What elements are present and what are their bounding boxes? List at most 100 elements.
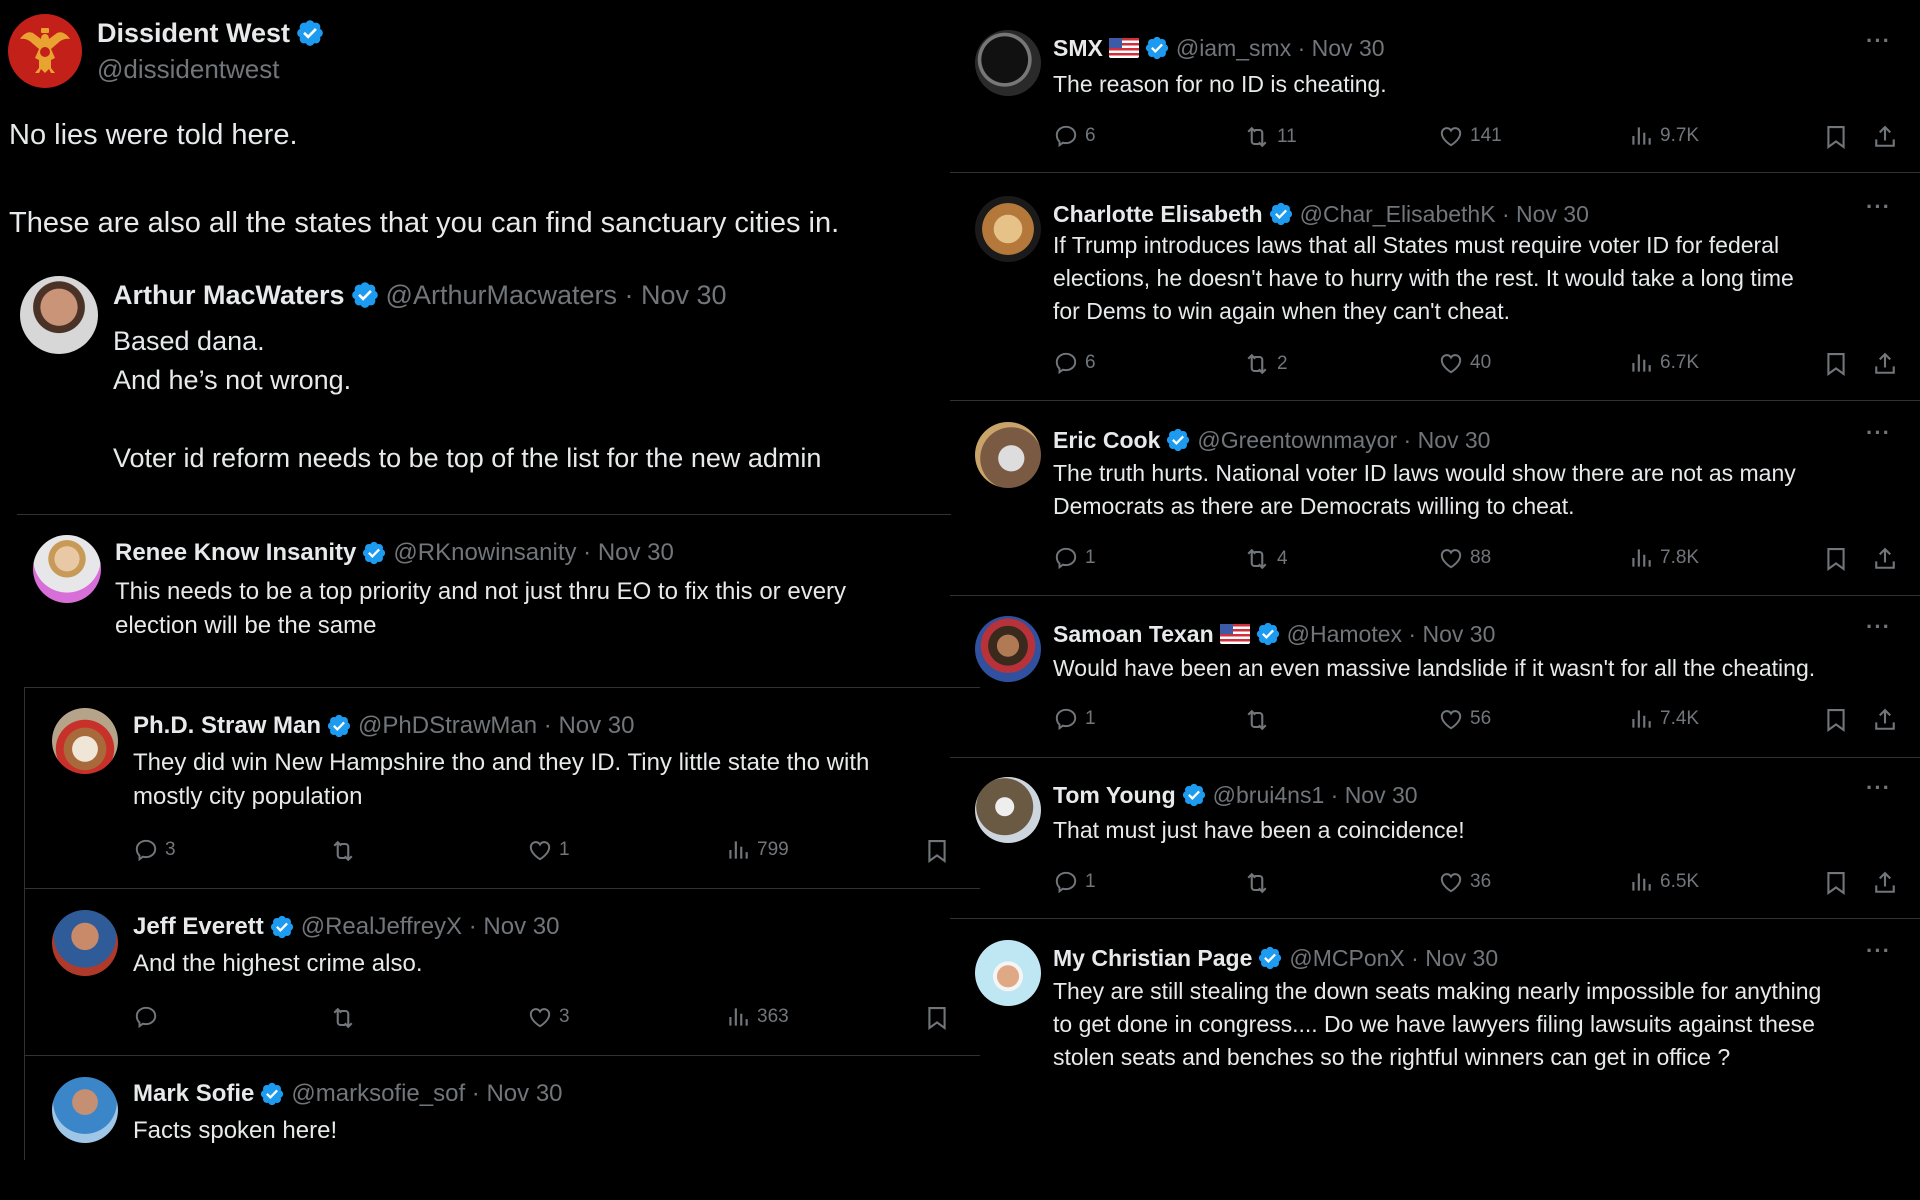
reply-button[interactable]: 1 (1053, 869, 1096, 895)
avatar-dissident-west[interactable] (8, 14, 82, 88)
verified-badge-icon (295, 18, 325, 48)
avatar-mark-sofie[interactable] (52, 1077, 118, 1143)
reply-avatar[interactable] (975, 777, 1041, 843)
reply-author-name[interactable]: My Christian Page (1053, 945, 1252, 972)
share-button[interactable] (1871, 869, 1899, 897)
more-options-icon[interactable]: ··· (1866, 614, 1891, 640)
divider (950, 757, 1920, 758)
reply-count: 1 (1085, 871, 1096, 892)
reply-author-name[interactable]: Mark Sofie (133, 1080, 254, 1108)
views-button[interactable]: 7.8K (1628, 545, 1699, 571)
repost-button[interactable]: 4 (1243, 545, 1288, 573)
reply-author-name[interactable]: Eric Cook (1053, 427, 1160, 454)
reply-handle[interactable]: @Greentownmayor (1197, 427, 1397, 454)
repost-button[interactable] (1243, 706, 1277, 734)
reply-handle[interactable]: @Hamotex (1287, 621, 1402, 648)
reply-button[interactable]: 3 (133, 837, 176, 863)
share-button[interactable] (1871, 706, 1899, 734)
views-chart-icon (1628, 545, 1654, 571)
repost-button[interactable] (329, 837, 363, 865)
like-button[interactable]: 3 (527, 1004, 570, 1030)
bookmark-button[interactable] (1822, 350, 1850, 378)
reply-author-name[interactable]: Tom Young (1053, 782, 1176, 809)
reply-handle[interactable]: @iam_smx (1176, 35, 1291, 62)
reply-date[interactable]: Nov 30 (1422, 621, 1495, 648)
reply-handle[interactable]: @brui4ns1 (1213, 782, 1325, 809)
bookmark-button[interactable] (1822, 869, 1850, 897)
reply-author-name[interactable]: Arthur MacWaters (113, 280, 345, 311)
like-button[interactable]: 40 (1438, 350, 1491, 376)
views-button[interactable]: 363 (725, 1004, 789, 1030)
reply-author-name[interactable]: Charlotte Elisabeth (1053, 201, 1263, 228)
reply-author-name[interactable]: SMX (1053, 35, 1103, 62)
share-button[interactable] (1871, 350, 1899, 378)
more-options-icon[interactable]: ··· (1866, 775, 1891, 801)
more-options-icon[interactable]: ··· (1866, 194, 1891, 220)
reply-button[interactable]: 6 (1053, 123, 1096, 149)
author-name[interactable]: Dissident West (97, 18, 290, 49)
reply-author-name[interactable]: Ph.D. Straw Man (133, 712, 321, 740)
reply-author-name[interactable]: Jeff Everett (133, 913, 264, 941)
more-options-icon[interactable]: ··· (1866, 938, 1891, 964)
reply-author-name[interactable]: Samoan Texan (1053, 621, 1214, 648)
share-button[interactable] (1871, 545, 1899, 573)
reply-handle[interactable]: @RKnowinsanity (393, 539, 576, 567)
reply-date[interactable]: Nov 30 (641, 280, 727, 311)
reply-handle[interactable]: @Char_ElisabethK (1300, 201, 1496, 228)
bookmark-button[interactable] (1822, 123, 1850, 151)
author-handle[interactable]: @dissidentwest (97, 54, 279, 85)
reply-date[interactable]: Nov 30 (483, 913, 559, 941)
repost-button[interactable]: 11 (1243, 123, 1297, 151)
reply-handle[interactable]: @PhDStrawMan (358, 712, 537, 740)
repost-button[interactable] (1243, 869, 1277, 897)
views-button[interactable]: 799 (725, 837, 789, 863)
reply-author-name[interactable]: Renee Know Insanity (115, 539, 356, 567)
reply-date[interactable]: Nov 30 (1312, 35, 1385, 62)
reply-date[interactable]: Nov 30 (486, 1080, 562, 1108)
more-options-icon[interactable]: ··· (1866, 28, 1891, 54)
more-options-icon[interactable]: ··· (1866, 420, 1891, 446)
avatar-jeff-everett[interactable] (52, 910, 118, 976)
reply-date[interactable]: Nov 30 (1345, 782, 1418, 809)
bookmark-button[interactable] (923, 1004, 951, 1032)
bookmark-button[interactable] (923, 837, 951, 865)
views-button[interactable]: 9.7K (1628, 123, 1699, 149)
reply-handle[interactable]: @marksofie_sof (291, 1080, 465, 1108)
like-button[interactable]: 36 (1438, 869, 1491, 895)
reply-date[interactable]: Nov 30 (1425, 945, 1498, 972)
avatar-renee[interactable] (33, 535, 101, 603)
reply-date[interactable]: Nov 30 (598, 539, 674, 567)
reply-avatar[interactable] (975, 196, 1041, 262)
repost-button[interactable] (329, 1004, 363, 1032)
reply-header: My Christian Page @MCPonX · Nov 30 (1053, 943, 1498, 973)
avatar-phd-straw-man[interactable] (52, 708, 118, 774)
reply-handle[interactable]: @ArthurMacwaters (386, 280, 617, 311)
reply-date[interactable]: Nov 30 (1516, 201, 1589, 228)
repost-icon (1243, 123, 1271, 151)
reply-avatar[interactable] (975, 422, 1041, 488)
reply-button[interactable]: 6 (1053, 350, 1096, 376)
reply-avatar[interactable] (975, 616, 1041, 682)
reply-handle[interactable]: @MCPonX (1289, 945, 1404, 972)
reply-date[interactable]: Nov 30 (558, 712, 634, 740)
like-button[interactable]: 1 (527, 837, 570, 863)
reply-avatar[interactable] (975, 940, 1041, 1006)
share-button[interactable] (1871, 123, 1899, 151)
views-button[interactable]: 6.7K (1628, 350, 1699, 376)
reply-button[interactable]: 1 (1053, 706, 1096, 732)
avatar-arthur-macwaters[interactable] (20, 276, 98, 354)
bookmark-button[interactable] (1822, 706, 1850, 734)
reply-handle[interactable]: @RealJeffreyX (301, 913, 462, 941)
bookmark-button[interactable] (1822, 545, 1850, 573)
views-button[interactable]: 6.5K (1628, 869, 1699, 895)
like-count: 40 (1470, 352, 1492, 373)
like-button[interactable]: 56 (1438, 706, 1491, 732)
like-button[interactable]: 141 (1438, 123, 1502, 149)
reply-avatar[interactable] (975, 30, 1041, 96)
like-button[interactable]: 88 (1438, 545, 1491, 571)
reply-date[interactable]: Nov 30 (1418, 427, 1491, 454)
views-button[interactable]: 7.4K (1628, 706, 1699, 732)
reply-button[interactable] (133, 1004, 165, 1030)
reply-button[interactable]: 1 (1053, 545, 1096, 571)
repost-button[interactable]: 2 (1243, 350, 1288, 378)
